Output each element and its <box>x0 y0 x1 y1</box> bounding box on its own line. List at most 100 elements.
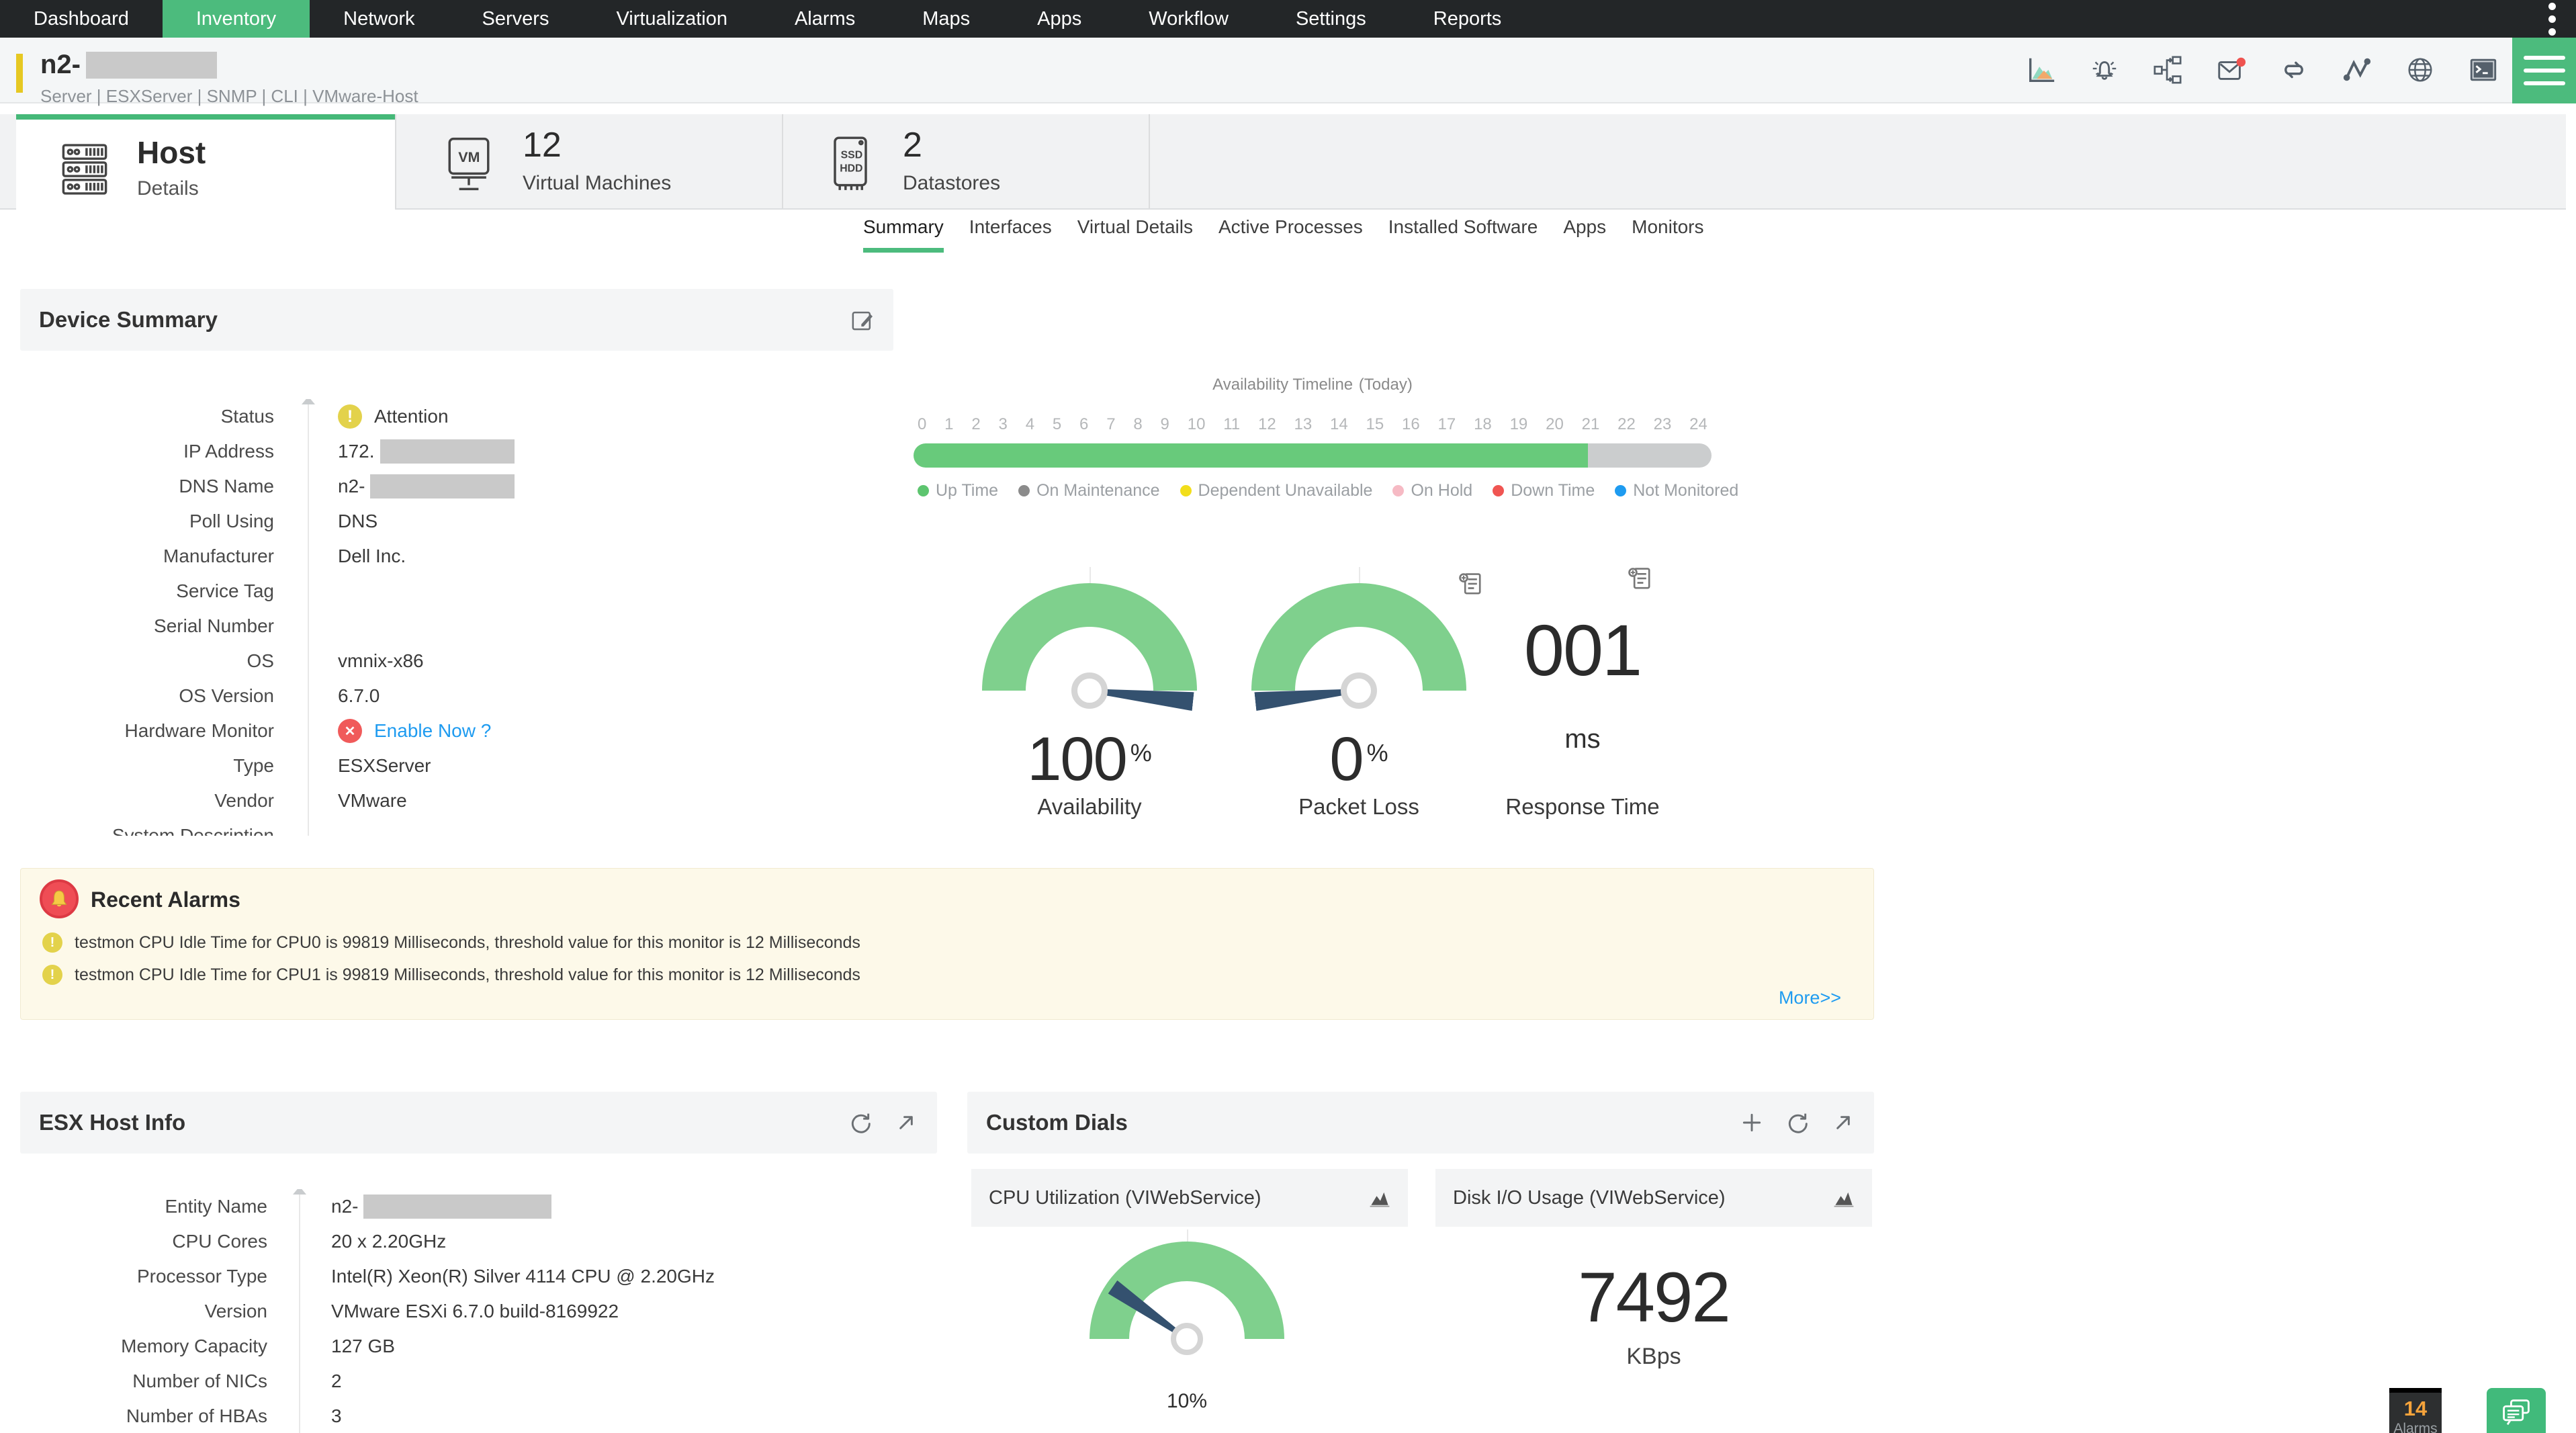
subtab[interactable]: Monitors <box>1632 216 1703 253</box>
mini-chart-icon[interactable] <box>1832 1186 1856 1210</box>
scroll-up-icon[interactable] <box>293 1189 306 1195</box>
sync-loop-icon[interactable] <box>2278 54 2309 85</box>
field-row: Entity Name n2- <box>20 1189 937 1224</box>
workflow-icon[interactable] <box>2152 54 2183 85</box>
disk-dial-title: Disk I/O Usage (VIWebService) <box>1453 1186 1726 1209</box>
legend-dot <box>1180 485 1192 496</box>
redaction-block <box>363 1195 552 1219</box>
legend-item: On Maintenance <box>1018 481 1160 501</box>
terminal-icon[interactable] <box>2468 54 2499 85</box>
field-label: Processor Type <box>136 1266 267 1287</box>
field-label: DNS Name <box>179 476 274 496</box>
hour-tick: 6 <box>1079 415 1089 433</box>
legend-item: Up Time <box>918 481 998 501</box>
field-row: Processor Type Intel(R) Xeon(R) Silver 4… <box>20 1259 937 1294</box>
device-summary-fields: Status Attention IP Address 172. DNS Nam… <box>20 399 893 836</box>
nav-item[interactable]: Virtualization <box>582 0 761 38</box>
field-row: Serial Number <box>20 609 893 644</box>
tab-host-details[interactable]: Host Details <box>16 114 395 210</box>
subtab[interactable]: Summary <box>863 216 944 253</box>
field-value: n2- <box>331 1196 359 1217</box>
report-icon[interactable] <box>1456 570 1486 599</box>
refresh-icon[interactable] <box>847 1109 874 1136</box>
esx-host-info-fields: Entity Name n2- CPU Cores 20 x 2.20GHz P… <box>20 1189 937 1433</box>
subtab[interactable]: Virtual Details <box>1077 216 1193 253</box>
scroll-up-icon[interactable] <box>302 399 315 404</box>
device-toolbar <box>2026 38 2499 102</box>
main-nav: Dashboard Inventory Network Servers Virtuali… <box>0 0 2576 38</box>
severity-color-bar <box>16 54 23 93</box>
alarm-item[interactable]: ! testmon CPU Idle Time for CPU1 is 9981… <box>42 959 860 991</box>
svg-text:SSD: SSD <box>841 149 862 161</box>
expand-icon[interactable] <box>893 1109 920 1136</box>
hour-tick: 19 <box>1509 415 1528 433</box>
nav-item[interactable]: Inventory <box>162 0 310 38</box>
alarm-count: 14 <box>2403 1397 2428 1420</box>
field-label: CPU Cores <box>172 1231 267 1252</box>
field-value: VMware <box>338 790 407 811</box>
alarm-count-badge[interactable]: 14 Alarms <box>2389 1388 2442 1433</box>
kebab-menu-icon[interactable] <box>2528 0 2576 38</box>
field-value: 127 GB <box>331 1336 395 1356</box>
gauge-hub <box>1341 672 1377 709</box>
mini-chart-icon[interactable] <box>1368 1186 1392 1210</box>
nav-item[interactable]: Network <box>310 0 448 38</box>
chat-support-button[interactable] <box>2487 1388 2546 1433</box>
alarm-bell-icon[interactable] <box>2089 54 2120 85</box>
web-globe-icon[interactable] <box>2405 54 2436 85</box>
gauge-hub <box>1071 672 1108 709</box>
subtab[interactable]: Installed Software <box>1388 216 1538 253</box>
alarm-item[interactable]: ! testmon CPU Idle Time for CPU0 is 9981… <box>42 926 860 959</box>
legend-dot <box>918 485 929 496</box>
field-row: Status Attention <box>20 399 893 434</box>
packet-loss-value: 0% <box>1329 725 1388 793</box>
performance-graphs-icon[interactable] <box>2026 54 2057 85</box>
tab-datastores[interactable]: SSD HDD 2 Datastores <box>782 114 1149 208</box>
response-time-value: 001 <box>1523 609 1642 691</box>
device-name: n2- <box>40 50 217 80</box>
nav-item[interactable]: Alarms <box>761 0 889 38</box>
field-row: Service Tag <box>20 574 893 609</box>
edit-icon[interactable] <box>849 306 876 333</box>
tab-divider <box>1149 114 1150 208</box>
nav-item[interactable]: Apps <box>1004 0 1115 38</box>
subtab[interactable]: Interfaces <box>969 216 1052 253</box>
expand-icon[interactable] <box>1830 1109 1857 1136</box>
nav-item[interactable]: Workflow <box>1115 0 1262 38</box>
legend-dot <box>1615 485 1627 496</box>
nav-item[interactable]: Settings <box>1262 0 1400 38</box>
alarms-more-link[interactable]: More>> <box>1779 988 1841 1008</box>
hour-tick: 2 <box>971 415 981 433</box>
legend-item: Dependent Unavailable <box>1180 481 1372 501</box>
hour-tick: 24 <box>1689 415 1707 433</box>
hour-tick: 3 <box>998 415 1008 433</box>
subtab[interactable]: Apps <box>1563 216 1606 253</box>
field-row: Manufacturer Dell Inc. <box>20 539 893 574</box>
nav-item[interactable]: Maps <box>889 0 1004 38</box>
field-row: OS vmnix-x86 <box>20 644 893 679</box>
svg-text:VM: VM <box>458 148 480 165</box>
response-time-unit: ms <box>1564 724 1601 754</box>
nav-item[interactable]: Dashboard <box>0 0 163 38</box>
field-row: DNS Name n2- <box>20 469 893 504</box>
email-icon[interactable] <box>2215 54 2246 85</box>
esx-host-info-title: ESX Host Info <box>39 1110 186 1135</box>
subtab[interactable]: Active Processes <box>1218 216 1363 253</box>
field-label: Memory Capacity <box>121 1336 267 1356</box>
tab-virtual-machines[interactable]: VM 12 Virtual Machines <box>395 114 782 208</box>
refresh-icon[interactable] <box>1784 1109 1811 1136</box>
timeline-segment <box>1587 443 1712 468</box>
nav-item[interactable]: Reports <box>1400 0 1536 38</box>
add-dial-icon[interactable] <box>1738 1109 1765 1136</box>
tab-host-title: Host <box>137 135 206 170</box>
cpu-utilization-gauge <box>1090 1229 1284 1355</box>
summary-subtabs: Summary Interfaces Virtual Details Active P… <box>863 216 1704 253</box>
warning-icon: ! <box>42 932 62 953</box>
field-row: Version VMware ESXi 6.7.0 build-8169922 <box>20 1294 937 1329</box>
report-icon[interactable] <box>1626 564 1655 594</box>
nav-item[interactable]: Servers <box>449 0 583 38</box>
field-value: 20 x 2.20GHz <box>331 1231 447 1252</box>
traceroute-icon[interactable] <box>2342 54 2372 85</box>
field-row: Number of HBAs 3 <box>20 1399 937 1433</box>
hamburger-menu-button[interactable] <box>2512 38 2576 103</box>
